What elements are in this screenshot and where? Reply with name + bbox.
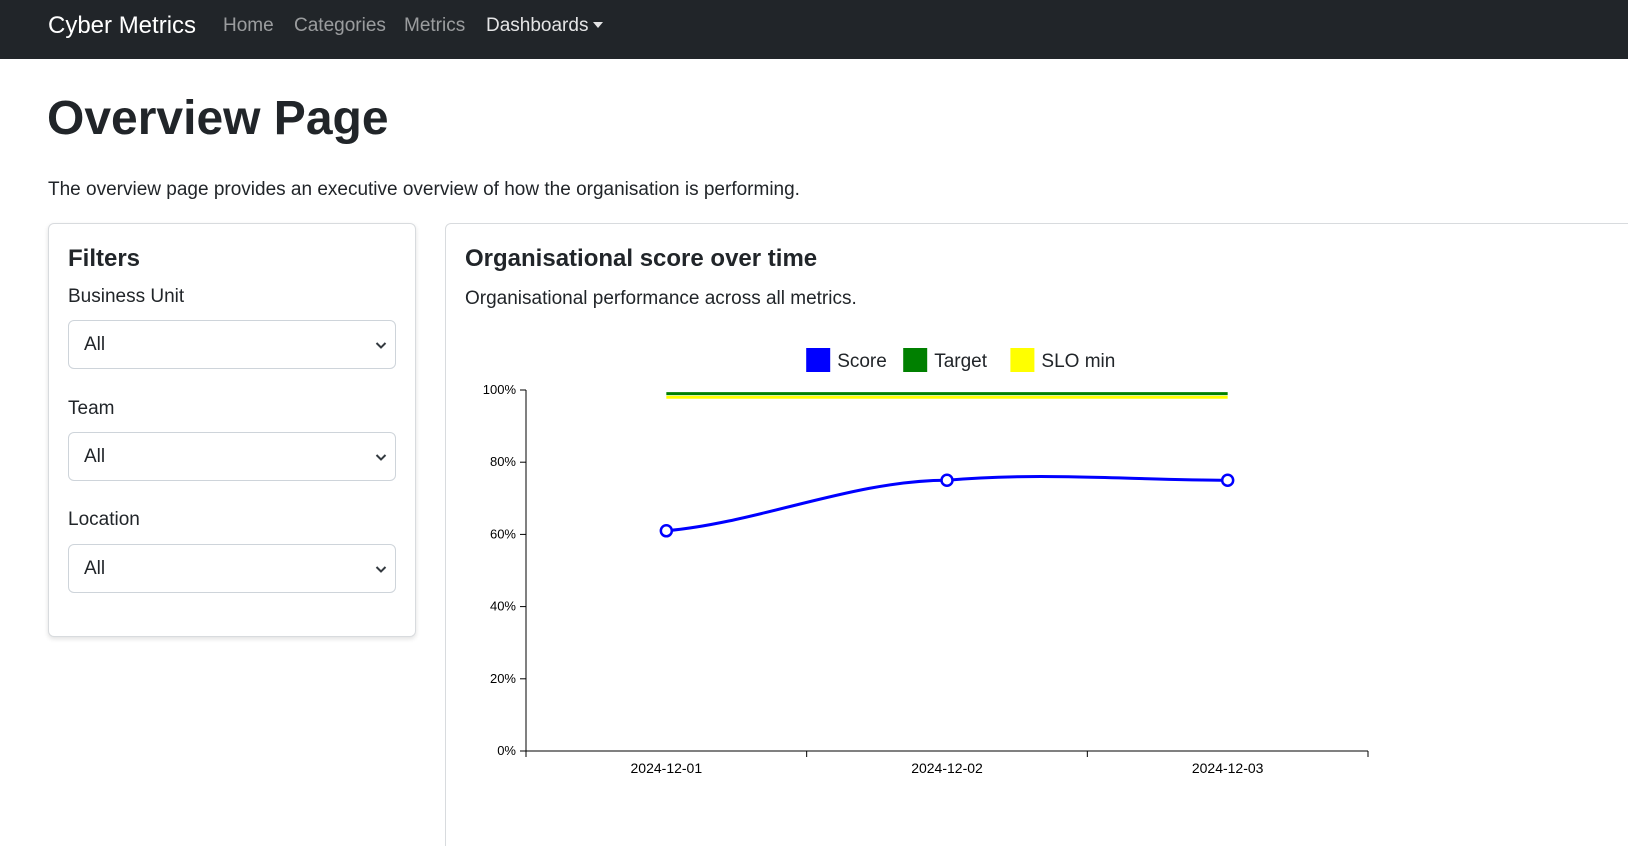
chart-card: Organisational score over time Organisat…: [445, 223, 1628, 846]
top-navbar: Cyber Metrics Home Categories Metrics Da…: [0, 0, 1628, 59]
y-tick-label: 60%: [490, 526, 516, 541]
nav-categories[interactable]: Categories: [294, 14, 386, 38]
y-tick-label: 100%: [483, 382, 517, 397]
y-tick-label: 40%: [490, 599, 516, 614]
x-tick-label: 2024-12-03: [1192, 760, 1264, 776]
team-select[interactable]: All: [68, 432, 396, 481]
legend-swatch: [1010, 348, 1035, 372]
filters-title: Filters: [68, 245, 141, 272]
y-tick-label: 80%: [490, 454, 516, 469]
location-value: All: [84, 558, 106, 579]
brand-link[interactable]: Cyber Metrics: [48, 11, 196, 41]
nav-dashboards-dropdown[interactable]: Dashboards: [486, 14, 604, 38]
data-point: [659, 524, 674, 538]
business-unit-select[interactable]: All: [68, 320, 396, 369]
legend-label: SLO min: [1041, 351, 1115, 372]
chevron-down-icon: [375, 342, 387, 349]
data-point: [940, 473, 954, 487]
team-value: All: [84, 446, 106, 467]
legend-label: Score: [837, 351, 887, 372]
score-line-chart: 0% 20% 40% 60% 80% 100% 2024-12-01 2024-12-02 20…: [483, 348, 1369, 776]
x-tick-label: 2024-12-02: [911, 760, 983, 776]
team-label: Team: [68, 398, 115, 419]
chevron-down-icon: [375, 454, 387, 461]
business-unit-value: All: [84, 334, 106, 355]
x-tick-label: 2024-12-01: [631, 760, 703, 776]
data-point: [1220, 473, 1235, 487]
business-unit-label: Business Unit: [68, 286, 185, 307]
location-label: Location: [68, 509, 140, 530]
nav-home[interactable]: Home: [223, 14, 274, 38]
y-tick-label: 0%: [497, 743, 516, 758]
chevron-down-icon: [375, 566, 387, 573]
nav-metrics[interactable]: Metrics: [404, 14, 465, 38]
page-description: The overview page provides an executive …: [48, 179, 800, 200]
dropdown-caret-icon: [593, 22, 604, 28]
legend-swatch: [903, 348, 928, 372]
legend-label: Target: [934, 351, 988, 372]
filters-card: Filters Business Unit All Team All Locat…: [48, 223, 416, 637]
y-tick-label: 20%: [490, 671, 516, 686]
nav-dashboards-label: Dashboards: [486, 15, 589, 36]
location-select[interactable]: All: [68, 544, 396, 593]
legend-swatch: [806, 348, 831, 372]
page-title: Overview Page: [47, 92, 389, 145]
